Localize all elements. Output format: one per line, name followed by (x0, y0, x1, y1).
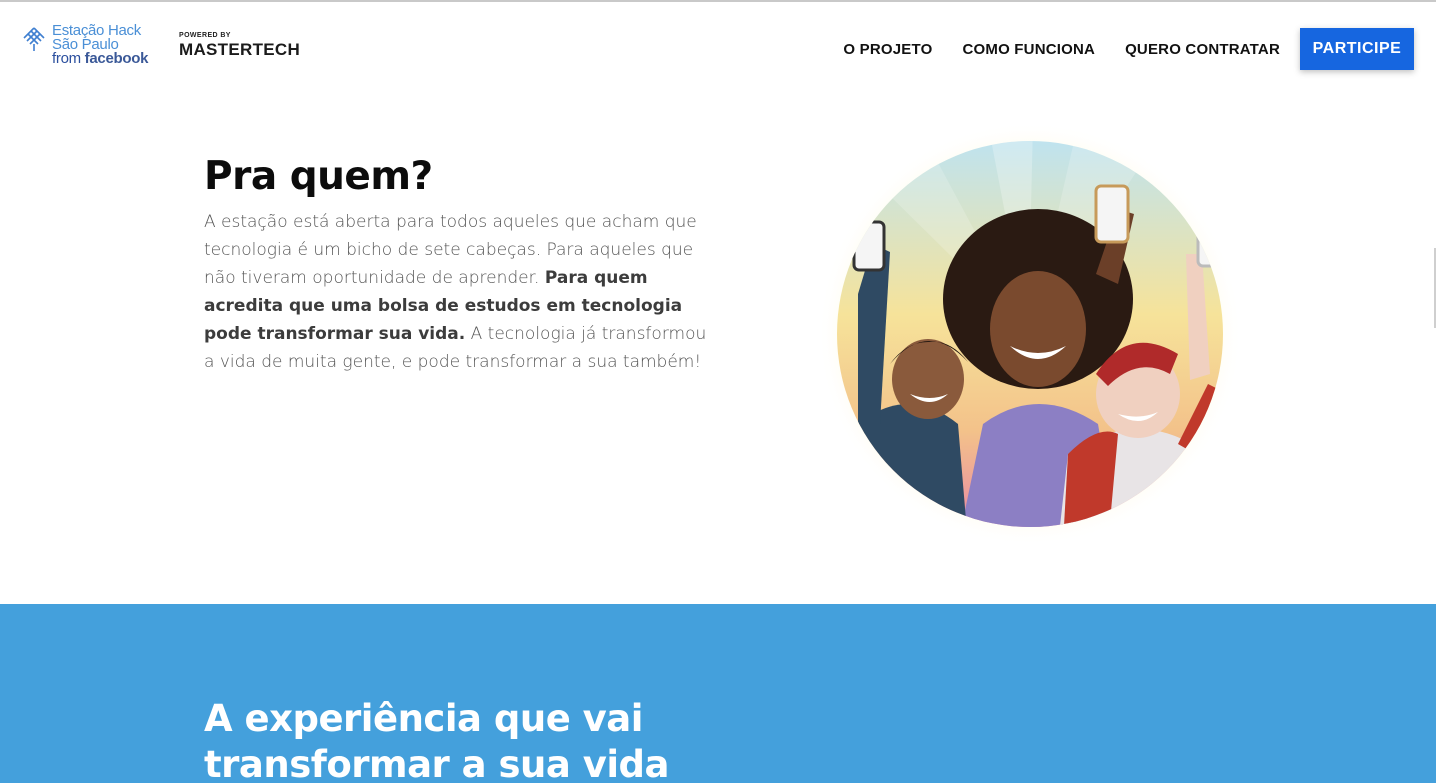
nav-o-projeto[interactable]: O PROJETO (843, 41, 932, 58)
estacao-hack-logo-icon (23, 27, 45, 51)
nav-quero-contratar[interactable]: QUERO CONTRATAR (1125, 41, 1280, 58)
brand-text: Estação Hack São Paulo from facebook (52, 23, 149, 67)
section-title-experiencia: A experiência que vai transformar a sua … (204, 697, 670, 783)
powered-by-label: POWERED BY (179, 32, 231, 39)
site-header: Estação Hack São Paulo from facebook POW… (0, 2, 1436, 92)
section-experiencia: A experiência que vai transformar a sua … (0, 604, 1436, 783)
brand-facebook: facebook (84, 50, 149, 67)
participe-button[interactable]: PARTICIPE (1300, 28, 1414, 70)
mastertech-logo-text: MASTERTECH (179, 40, 301, 59)
section-title-pra-quem: Pra quem? (204, 154, 433, 199)
people-with-phones-illustration (818, 124, 1242, 544)
brand-line-3: from facebook (52, 50, 149, 67)
main-nav: O PROJETO COMO FUNCIONA QUERO CONTRATAR … (843, 28, 1414, 70)
estacao-hack-logo[interactable]: Estação Hack São Paulo from facebook (22, 23, 149, 67)
section-body-pra-quem: A estação está aberta para todos aqueles… (204, 208, 714, 376)
brand-from: from (52, 50, 85, 67)
nav-como-funciona[interactable]: COMO FUNCIONA (962, 41, 1095, 58)
powered-by-mastertech[interactable]: POWERED BY MASTERTECH (179, 32, 300, 60)
section-pra-quem: Pra quem? A estação está aberta para tod… (0, 92, 1436, 604)
